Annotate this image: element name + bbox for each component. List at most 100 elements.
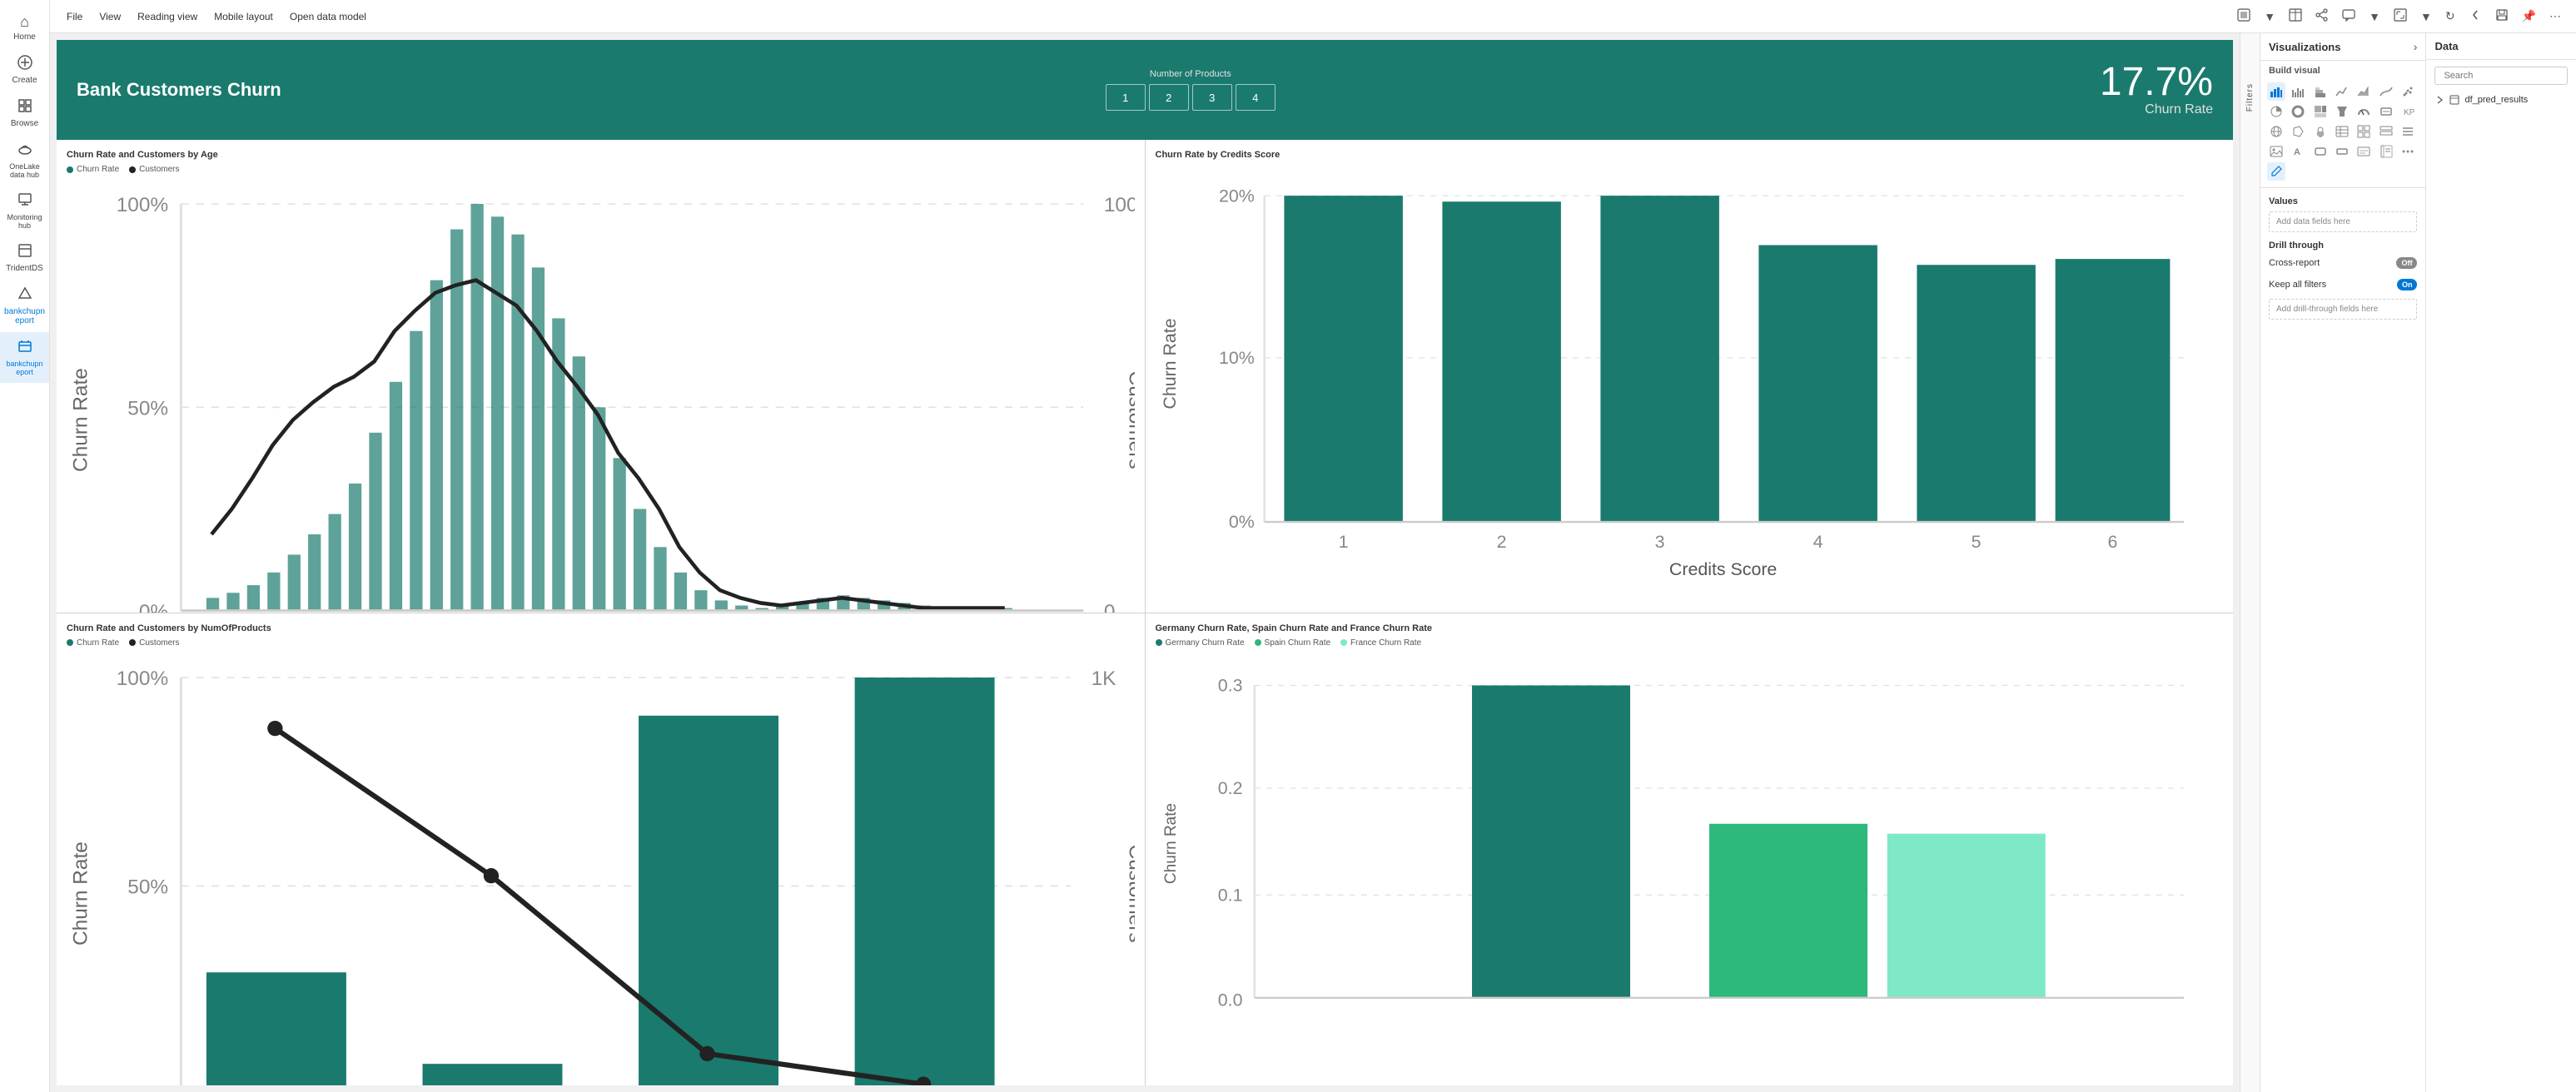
chat-icon-btn[interactable] (2337, 5, 2360, 27)
viz-icon-ribbon[interactable] (2377, 82, 2395, 101)
product-btn-3[interactable]: 3 (1192, 84, 1232, 111)
credits-chart-svg: 20% 10% 0% (1156, 165, 2224, 603)
numproducts-legend-cust-dot (129, 639, 136, 646)
product-btn-2[interactable]: 2 (1149, 84, 1189, 111)
toolbar: File View Reading view Mobile layout Ope… (50, 0, 2576, 33)
viz-icon-button[interactable] (2333, 142, 2351, 161)
numproducts-legend-cr-label: Churn Rate (77, 638, 119, 648)
svg-text:0.0: 0.0 (1217, 990, 1242, 1010)
reading-view-btn[interactable]: Reading view (131, 7, 204, 26)
geo-legend-germany-label: Germany Churn Rate (1166, 638, 1245, 648)
expand-icon-btn[interactable]: ▼ (2259, 7, 2280, 27)
viz-icon-kpi[interactable]: KPI (2399, 102, 2417, 121)
svg-text:A: A (2294, 147, 2300, 157)
viz-icon-slicer[interactable] (2399, 122, 2417, 141)
viz-icon-more-options[interactable] (2399, 142, 2417, 161)
nav-create[interactable]: Create (0, 48, 49, 92)
save-icon-btn[interactable] (2490, 5, 2514, 27)
report-header: Bank Customers Churn Number of Products … (57, 40, 2233, 140)
charts-grid: Churn Rate and Customers by Age Churn Ra… (57, 140, 2233, 1085)
nav-onelake[interactable]: OneLake data hub (0, 135, 49, 186)
monitoring-icon (17, 192, 32, 211)
viz-icon-bar[interactable] (2267, 82, 2285, 101)
cross-report-label: Cross-report (2269, 258, 2320, 268)
more-icon-btn[interactable]: ⋯ (2544, 6, 2566, 27)
report-page: Bank Customers Churn Number of Products … (57, 40, 2233, 1085)
add-data-fields-box[interactable]: Add data fields here (2269, 211, 2417, 232)
viz-icon-table[interactable] (2333, 122, 2351, 141)
viz-icon-matrix[interactable] (2355, 122, 2373, 141)
table-icon-btn[interactable] (2284, 5, 2307, 27)
back-icon-btn[interactable] (2464, 5, 2487, 27)
nav-browse[interactable]: Browse (0, 92, 49, 135)
view-menu[interactable]: View (92, 7, 127, 26)
open-data-model-btn[interactable]: Open data model (283, 7, 373, 26)
viz-icon-scatter[interactable] (2399, 82, 2417, 101)
nav-tridentds-label: bankchuрn eport (3, 307, 46, 325)
viz-icon-treemap[interactable] (2311, 102, 2330, 121)
fit-icon-btn[interactable] (2389, 5, 2412, 27)
viz-icon-edit-pencil[interactable] (2267, 162, 2285, 181)
nav-home[interactable]: ⌂ Home (0, 7, 49, 48)
numproducts-chart-container: 100% 50% 0% 1K 0K (67, 651, 1135, 1086)
expand2-icon-btn[interactable]: ▼ (2364, 7, 2385, 27)
viz-icon-pie[interactable] (2267, 102, 2285, 121)
pin-icon-btn[interactable]: 📌 (2517, 6, 2541, 27)
product-btn-1[interactable]: 1 (1106, 84, 1146, 111)
num-products-section: Number of Products 1 2 3 4 (1106, 69, 1276, 111)
viz-panel-header: Visualizations › (2260, 33, 2425, 61)
theme-icon-btn[interactable] (2232, 5, 2255, 27)
nav-monitoring[interactable]: Monitoring hub (0, 186, 49, 236)
viz-icon-text[interactable]: A (2289, 142, 2307, 161)
geo-chart-svg: 0.3 0.2 0.1 0.0 (1156, 651, 2224, 1076)
keep-filters-toggle[interactable]: On (2397, 279, 2418, 290)
viz-icon-stacked[interactable] (2311, 82, 2330, 101)
viz-panel-expand-btn[interactable]: › (2414, 40, 2418, 53)
nav-bankchurn[interactable]: bankchuрn eport (0, 332, 49, 383)
search-input[interactable] (2444, 71, 2562, 81)
viz-icon-image[interactable] (2267, 142, 2285, 161)
age-chart-title: Churn Rate and Customers by Age (67, 150, 1135, 160)
viz-icon-funnel[interactable] (2333, 102, 2351, 121)
drill-through-label: Drill through (2260, 236, 2425, 252)
dataset-item[interactable]: df_pred_results (2426, 92, 2576, 108)
expand3-icon-btn[interactable]: ▼ (2415, 7, 2437, 27)
viz-icon-azure-map[interactable] (2311, 122, 2330, 141)
viz-type-icons: KPI (2260, 79, 2425, 184)
viz-icon-clustered-bar[interactable] (2289, 82, 2307, 101)
svg-text:6: 6 (2107, 532, 2117, 552)
table-icon (2449, 95, 2459, 105)
create-icon (17, 55, 32, 74)
age-chart-container: 100% 50% 0% 100 0 (67, 177, 1135, 613)
viz-icon-smart-narrative[interactable] (2355, 142, 2373, 161)
svg-text:Customers: Customers (1124, 371, 1134, 469)
viz-icon-shape-map[interactable] (2289, 122, 2307, 141)
mobile-layout-btn[interactable]: Mobile layout (207, 7, 280, 26)
viz-icon-card[interactable] (2377, 102, 2395, 121)
canvas-area: Bank Customers Churn Number of Products … (50, 33, 2240, 1092)
age-legend-churnrate-label: Churn Rate (77, 165, 119, 174)
numproducts-chart-legend: Churn Rate Customers (67, 638, 1135, 648)
viz-icon-area[interactable] (2355, 82, 2373, 101)
add-drillthrough-box[interactable]: Add drill-through fields here (2269, 299, 2417, 320)
viz-icon-map[interactable] (2267, 122, 2285, 141)
product-btn-4[interactable]: 4 (1236, 84, 1276, 111)
share-icon-btn[interactable] (2310, 5, 2334, 27)
keep-filters-label: Keep all filters (2269, 280, 2326, 290)
viz-icon-paginated[interactable] (2377, 142, 2395, 161)
viz-icon-cards-list[interactable] (2377, 122, 2395, 141)
dataset-name: df_pred_results (2464, 95, 2528, 105)
svg-text:Credits Score: Credits Score (1668, 559, 1776, 579)
cross-report-toggle[interactable]: Off (2396, 257, 2417, 269)
chevron-right-icon (2434, 95, 2444, 105)
nav-browse-label: Browse (11, 119, 38, 128)
refresh-icon-btn[interactable]: ↻ (2440, 6, 2460, 27)
viz-icon-line[interactable] (2333, 82, 2351, 101)
nav-tridentds[interactable]: bankchuрn eport (0, 280, 49, 332)
viz-icon-gauge[interactable] (2355, 102, 2373, 121)
nav-workspaces[interactable]: TridentDS (0, 236, 49, 280)
svg-text:Churn Rate: Churn Rate (69, 841, 92, 946)
viz-icon-shape[interactable] (2311, 142, 2330, 161)
viz-icon-donut[interactable] (2289, 102, 2307, 121)
file-menu[interactable]: File (60, 7, 89, 26)
